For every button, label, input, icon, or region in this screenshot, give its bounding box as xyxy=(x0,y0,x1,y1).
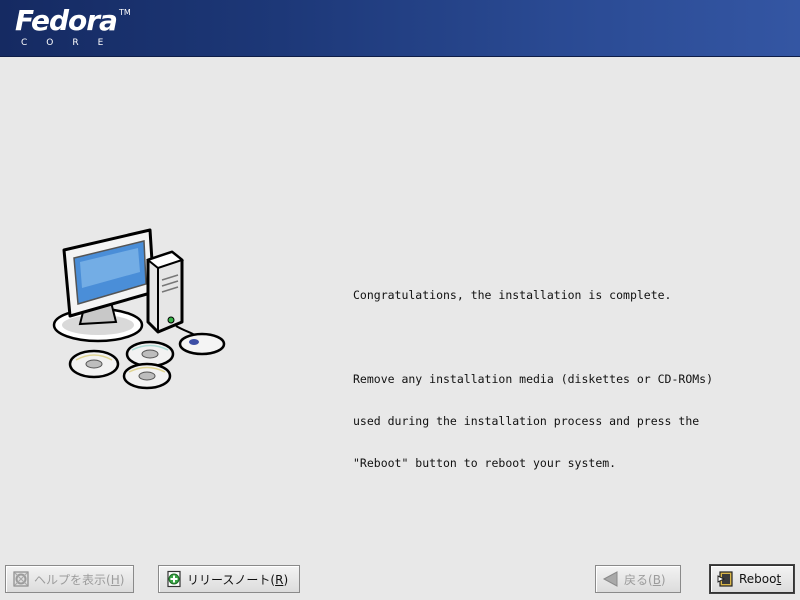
computer-with-discs-icon xyxy=(52,228,226,390)
reboot-icon xyxy=(717,570,735,588)
release-notes-button[interactable]: リリースノート(R) xyxy=(158,565,300,593)
release-notes-button-label: リリースノート(R) xyxy=(187,572,289,587)
back-arrow-icon xyxy=(602,570,620,588)
help-icon xyxy=(12,570,30,588)
logo-trademark: TM xyxy=(119,8,131,17)
message-line-4: "Reboot" button to reboot your system. xyxy=(353,456,617,470)
reboot-button[interactable]: Reboot xyxy=(710,565,794,593)
help-button[interactable]: ヘルプを表示(H) xyxy=(5,565,134,593)
completion-message: Congratulations, the installation is com… xyxy=(353,260,713,484)
message-line-3: used during the installation process and… xyxy=(353,414,700,428)
fedora-core-logo: Fedora TM CORE xyxy=(15,4,131,49)
help-button-label: ヘルプを表示(H) xyxy=(34,572,125,587)
back-button-label: 戻る(B) xyxy=(624,572,666,587)
computer-illustration xyxy=(50,222,230,397)
logo-subtitle: CORE xyxy=(21,38,123,48)
reboot-button-label: Reboot xyxy=(739,572,782,586)
release-notes-icon xyxy=(165,570,183,588)
back-button[interactable]: 戻る(B) xyxy=(595,565,681,593)
message-line-1: Congratulations, the installation is com… xyxy=(353,288,672,302)
header-banner: Fedora TM CORE xyxy=(0,0,800,57)
logo-word: Fedora xyxy=(15,4,118,37)
message-line-2: Remove any installation media (diskettes… xyxy=(353,372,714,386)
